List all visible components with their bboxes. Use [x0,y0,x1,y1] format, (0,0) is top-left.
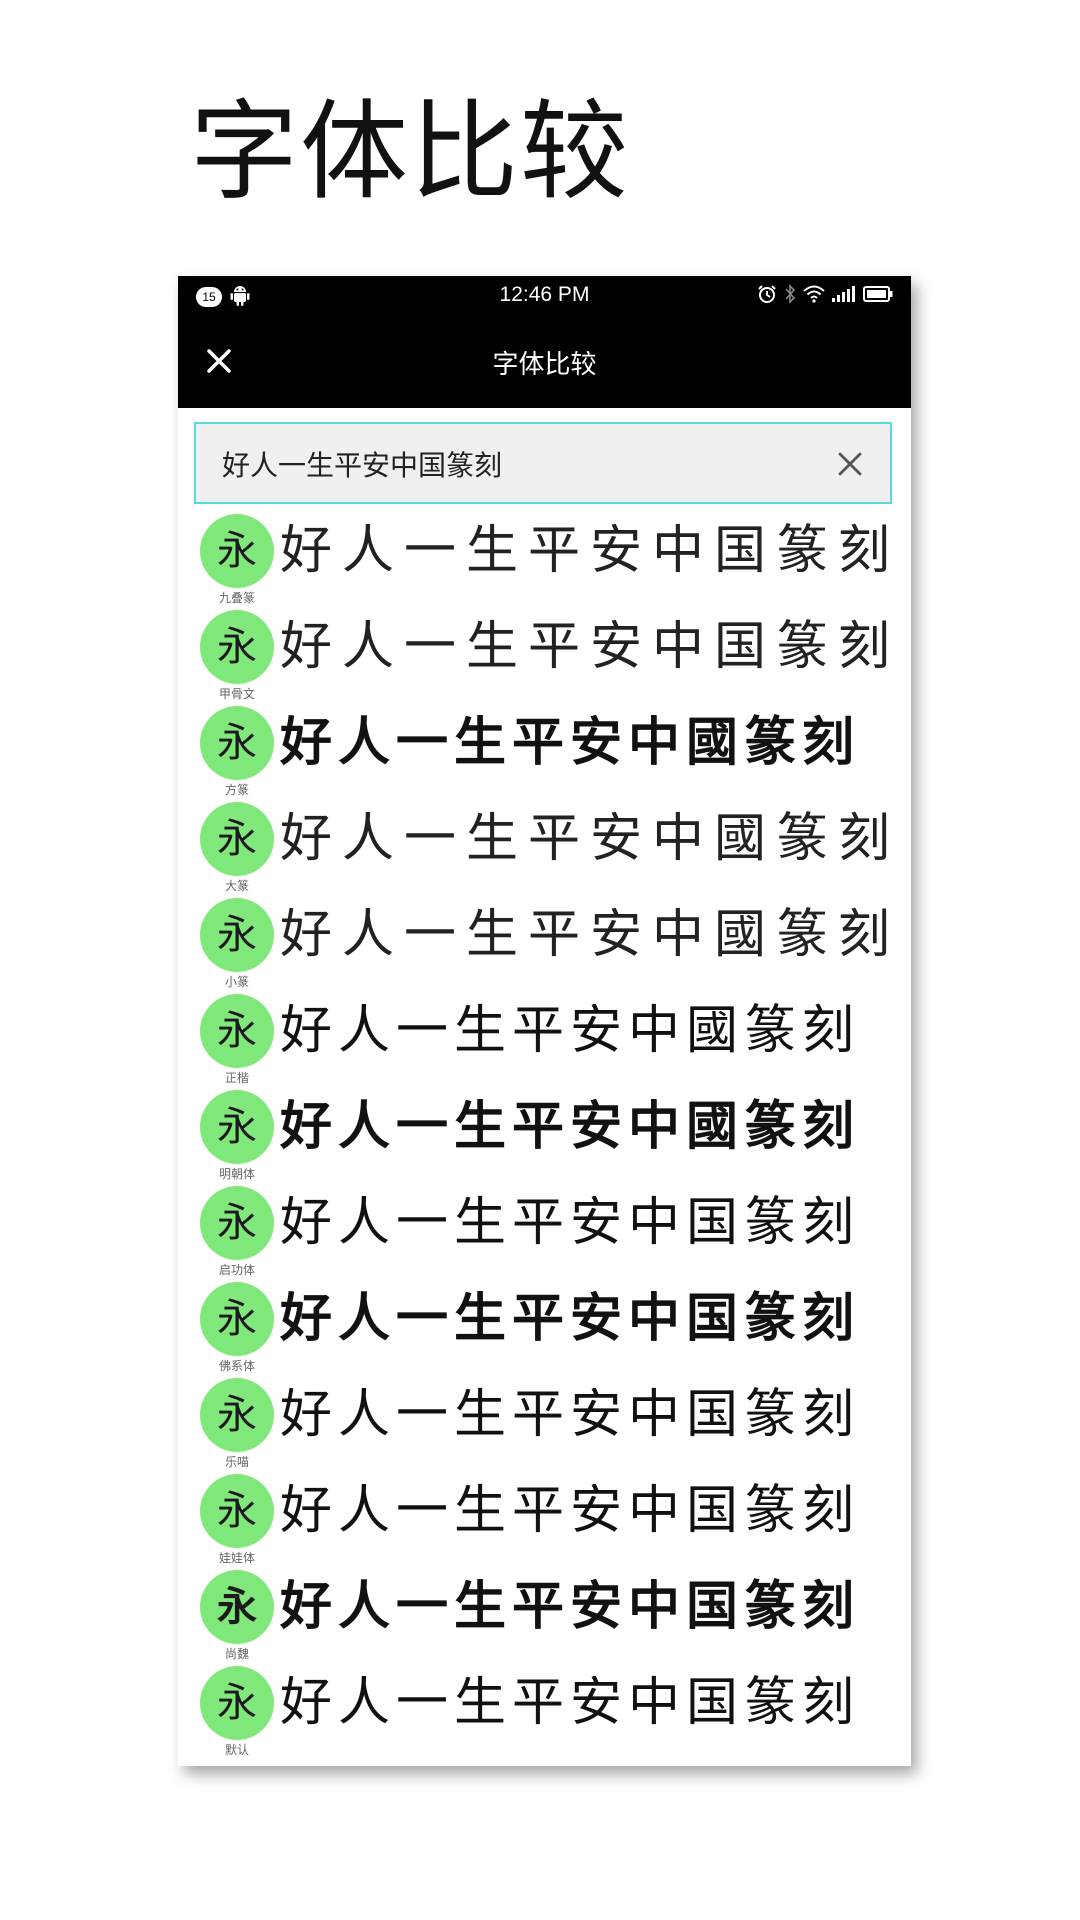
font-row-jiudiezhuan[interactable]: 永 九叠篆 好人一生平安中国篆刻 [178,514,911,610]
font-sample-text: 好人一生平安中国篆刻 [280,521,900,581]
font-name-label: 佛系体 [218,1359,255,1373]
font-preview-badge: 永 [200,1090,274,1164]
font-preview-badge: 永 [200,1474,274,1548]
font-name-label: 方篆 [224,783,249,797]
app-bar-title: 字体比较 [492,350,597,380]
font-row-jiaguwen[interactable]: 永 甲骨文 好人一生平安中国篆刻 [178,610,911,706]
font-sample-text: 好人一生平安中国篆刻 [280,1673,861,1733]
font-row-wawa[interactable]: 永 娃娃体 好人一生平安中国篆刻 [178,1474,911,1570]
font-sample-text: 好人一生平安中国篆刻 [280,617,900,677]
font-preview-badge: 永 [200,610,274,684]
font-name-label: 尚魏 [224,1647,249,1661]
font-sample-text: 好人一生平安中国篆刻 [280,1385,861,1445]
search-input[interactable] [220,424,804,504]
font-preview-badge: 永 [200,898,274,972]
font-name-label: 默认 [224,1743,249,1757]
signal-icon [832,286,856,306]
wifi-icon [803,285,825,307]
font-sample-text: 好人一生平安中國篆刻 [280,905,900,965]
font-name-label: 乐喵 [224,1455,249,1469]
font-list: 永 九叠篆 好人一生平安中国篆刻 永 甲骨文 好人一生平安中国篆刻 永 方篆 好… [178,514,911,1762]
font-preview-badge: 永 [200,1186,274,1260]
font-sample-text: 好人一生平安中国篆刻 [280,1481,861,1541]
font-preview-badge: 永 [200,802,274,876]
font-preview-badge: 永 [200,1570,274,1644]
font-name-label: 小篆 [224,975,249,989]
font-preview-badge: 永 [200,1378,274,1452]
font-row-foxi[interactable]: 永 佛系体 好人一生平安中国篆刻 [178,1282,911,1378]
font-sample-text: 好人一生平安中国篆刻 [280,1289,861,1349]
font-row-mingchao[interactable]: 永 明朝体 好人一生平安中國篆刻 [178,1090,911,1186]
alarm-icon [757,284,777,308]
clear-search-button[interactable] [836,450,864,478]
battery-icon [863,286,893,306]
font-name-label: 大篆 [224,879,249,893]
clear-icon [838,452,862,476]
font-preview-badge: 永 [200,1282,274,1356]
font-sample-text: 好人一生平安中国篆刻 [280,1576,861,1637]
font-row-default[interactable]: 永 默认 好人一生平安中国篆刻 [178,1666,911,1762]
phone-screenshot: 15 12:46 PM 字体比较 好人一生平安中国篆刻 永 九叠篆 好人一生平安… [178,276,911,1766]
font-name-label: 明朝体 [218,1167,255,1181]
font-name-label: 九叠篆 [218,591,255,605]
font-row-xiaozhuan[interactable]: 永 小篆 好人一生平安中國篆刻 [178,898,911,994]
font-name-label: 正楷 [224,1071,249,1085]
font-name-label: 娃娃体 [218,1551,255,1565]
font-row-zhengkai[interactable]: 永 正楷 好人一生平安中國篆刻 [178,994,911,1090]
page-title: 字体比较 [190,90,631,215]
font-row-shangwei[interactable]: 永 尚魏 好人一生平安中国篆刻 [178,1570,911,1666]
font-sample-text: 好人一生平安中國篆刻 [280,1096,861,1157]
font-preview-badge: 永 [200,1666,274,1740]
font-name-label: 甲骨文 [218,687,255,701]
font-preview-badge: 永 [200,514,274,588]
font-row-fangzhuan[interactable]: 永 方篆 好人一生平安中國篆刻 [178,706,911,802]
font-sample-text: 好人一生平安中國篆刻 [280,809,900,869]
search-box [194,422,892,504]
font-sample-text: 好人一生平安中国篆刻 [280,1193,861,1253]
font-sample-text: 好人一生平安中國篆刻 [280,1001,861,1061]
font-sample-text: 好人一生平安中國篆刻 [280,713,861,773]
font-row-dazhuan[interactable]: 永 大篆 好人一生平安中國篆刻 [178,802,911,898]
font-preview-badge: 永 [200,994,274,1068]
font-name-label: 启功体 [218,1263,255,1277]
font-row-lemiao[interactable]: 永 乐喵 好人一生平安中国篆刻 [178,1378,911,1474]
font-row-qigong[interactable]: 永 启功体 好人一生平安中国篆刻 [178,1186,911,1282]
font-preview-badge: 永 [200,706,274,780]
app-bar: 字体比较 [178,316,911,408]
status-bar: 15 12:46 PM [178,276,911,316]
bluetooth-icon [784,284,796,308]
